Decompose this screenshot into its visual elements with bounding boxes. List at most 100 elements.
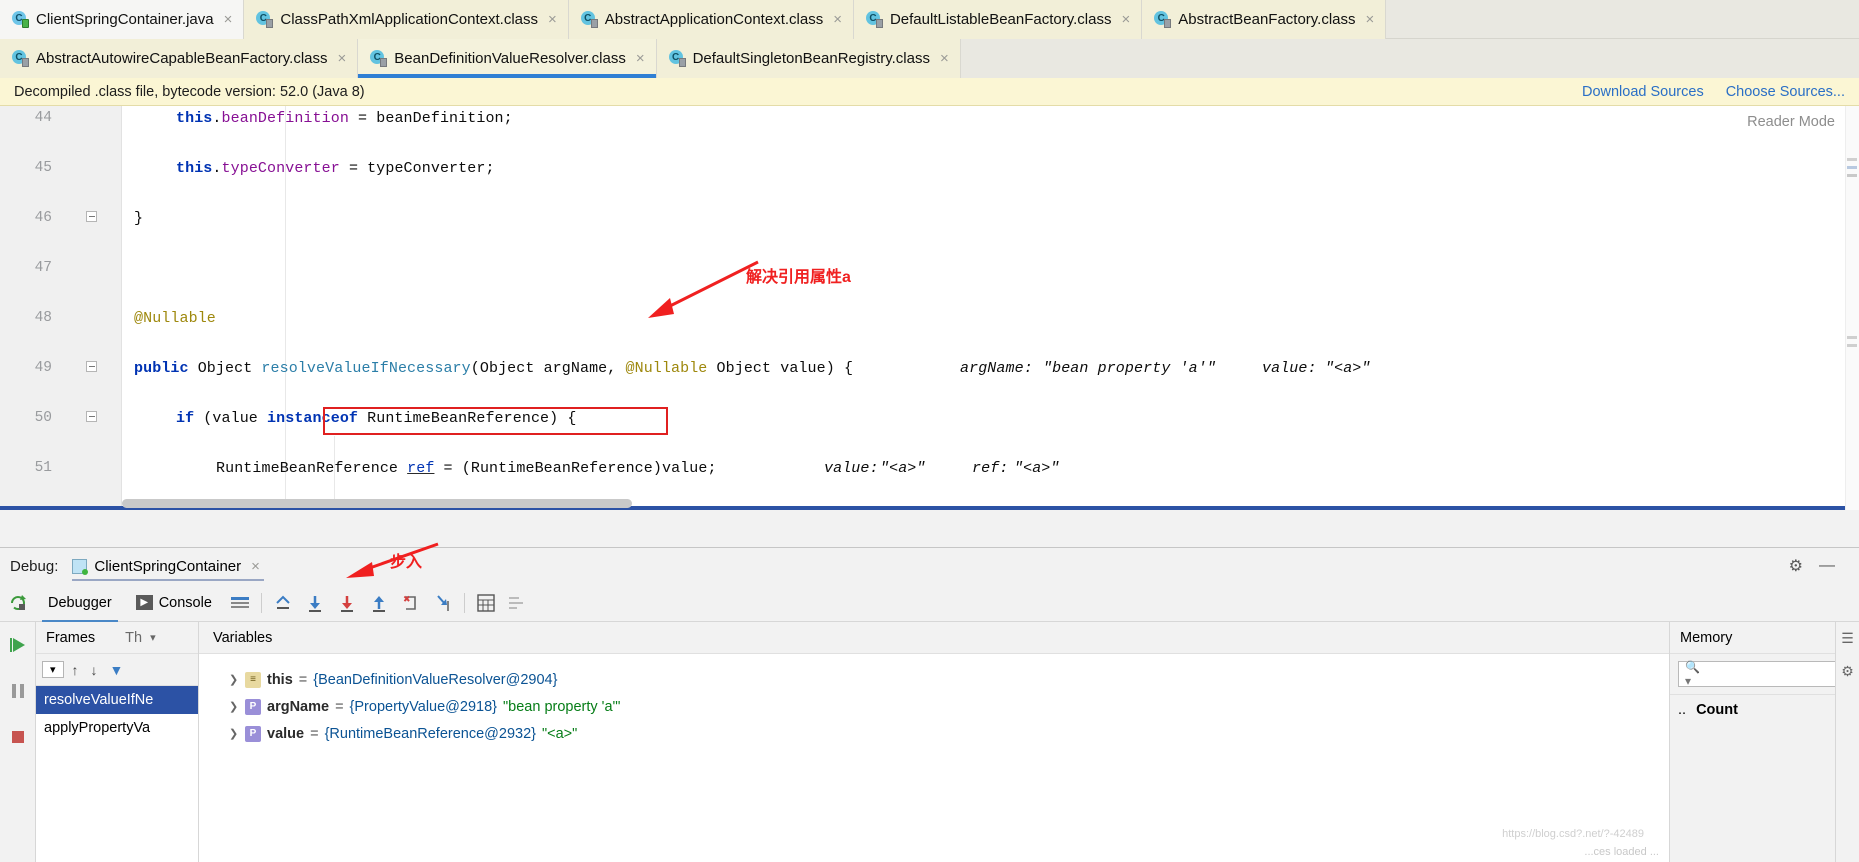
memory-title: Memory bbox=[1680, 629, 1733, 646]
memory-panel[interactable]: Memory ▾ 🔍▾ .. Count Di bbox=[1669, 622, 1859, 862]
debug-panels[interactable]: Frames Th ▾ ▾ ↑ ↓ ▼ resolveValueIfNe app… bbox=[0, 622, 1859, 862]
code-line-50[interactable]: 50 if (value instanceof RuntimeBeanRefer… bbox=[0, 406, 1859, 431]
variable-value: {RuntimeBeanReference@2932} bbox=[324, 725, 536, 742]
inline-hint-value: "<a>" bbox=[1325, 360, 1371, 377]
close-icon[interactable]: × bbox=[338, 50, 347, 67]
step-into-icon[interactable] bbox=[331, 588, 363, 618]
memory-count-column[interactable]: Count bbox=[1696, 702, 1738, 718]
frame-down-icon[interactable]: ↓ bbox=[87, 662, 102, 678]
run-to-cursor-icon[interactable] bbox=[427, 588, 459, 618]
stripe-mark bbox=[1847, 158, 1857, 161]
filter-icon[interactable]: ▼ bbox=[106, 662, 128, 678]
editor-tab-label: AbstractBeanFactory.class bbox=[1178, 11, 1356, 28]
chevron-right-icon[interactable]: ❯ bbox=[229, 673, 239, 686]
debug-tool-window[interactable]: Debug: ClientSpringContainer × 步入 ⚙ — De… bbox=[0, 542, 1859, 862]
class-file-icon: C bbox=[865, 11, 883, 28]
code-line-45[interactable]: 45 this.typeConverter = typeConverter; bbox=[0, 156, 1859, 181]
editor-tab-abstractbeanfactory[interactable]: C AbstractBeanFactory.class × bbox=[1142, 0, 1387, 39]
frame-up-icon[interactable]: ↑ bbox=[68, 662, 83, 678]
fold-marker-icon[interactable] bbox=[84, 206, 98, 231]
editor-tab-abstractautowirecapablebeanfactory[interactable]: C AbstractAutowireCapableBeanFactory.cla… bbox=[0, 39, 359, 78]
frames-panel[interactable]: Frames Th ▾ ▾ ↑ ↓ ▼ resolveValueIfNe app… bbox=[36, 622, 199, 862]
thread-selector-dropdown[interactable]: ▾ bbox=[42, 661, 64, 678]
line-number: 45 bbox=[34, 160, 52, 176]
close-icon[interactable]: × bbox=[636, 50, 645, 67]
editor-tab-defaultlistablebeanfactory[interactable]: C DefaultListableBeanFactory.class × bbox=[853, 0, 1143, 39]
drop-frame-icon[interactable]: ✖ bbox=[395, 588, 427, 618]
fold-marker-icon[interactable] bbox=[84, 356, 98, 381]
debug-session-tab[interactable]: ClientSpringContainer × bbox=[68, 549, 268, 583]
svg-text:✖: ✖ bbox=[403, 594, 411, 604]
parameter-variable-icon: P bbox=[245, 725, 261, 742]
tab-debugger[interactable]: Debugger bbox=[36, 584, 124, 622]
minimize-icon[interactable]: — bbox=[1819, 557, 1835, 575]
editor-tab-row-1: C ClientSpringContainer.java × C ClassPa… bbox=[0, 0, 1859, 39]
close-icon[interactable]: × bbox=[940, 50, 949, 67]
gear-icon[interactable]: ⚙ bbox=[1836, 655, 1859, 688]
close-icon[interactable]: × bbox=[1366, 11, 1375, 28]
editor-tab-classpathxmlapplicationcontext[interactable]: C ClassPathXmlApplicationContext.class × bbox=[244, 0, 569, 39]
variables-panel[interactable]: Variables ❯ ≡ this = {BeanDefinitionValu… bbox=[199, 622, 1669, 862]
inline-hint-value: "<a>" bbox=[1031, 506, 1859, 510]
editor-tab-label: ClassPathXmlApplicationContext.class bbox=[280, 11, 538, 28]
editor-tab-clientspringcontainer[interactable]: C ClientSpringContainer.java × bbox=[0, 0, 245, 39]
line-number: 48 bbox=[34, 310, 52, 326]
frame-item-resolvevalueifnecessary[interactable]: resolveValueIfNe bbox=[36, 686, 198, 714]
rerun-icon[interactable] bbox=[0, 593, 36, 613]
line-number: 51 bbox=[34, 460, 52, 476]
evaluate-expression-icon[interactable] bbox=[470, 588, 502, 618]
settings-icon[interactable]: ☰ bbox=[1836, 622, 1859, 655]
variable-equals: = bbox=[335, 698, 344, 715]
memory-search-input[interactable] bbox=[1707, 665, 1844, 683]
code-line-51[interactable]: 51 RuntimeBeanReference ref = (RuntimeBe… bbox=[0, 456, 1859, 481]
class-file-icon: C bbox=[256, 11, 274, 28]
chevron-right-icon[interactable]: ❯ bbox=[229, 700, 239, 713]
close-icon[interactable]: × bbox=[224, 11, 233, 28]
show-execution-point-icon[interactable] bbox=[267, 588, 299, 618]
close-icon[interactable]: × bbox=[548, 11, 557, 28]
debug-toolbar[interactable]: Debugger ▶ Console ✖ bbox=[0, 584, 1859, 622]
choose-sources-link[interactable]: Choose Sources... bbox=[1726, 84, 1845, 100]
settings-layout-icon[interactable] bbox=[502, 588, 534, 618]
close-icon[interactable]: × bbox=[1121, 11, 1130, 28]
editor-horizontal-scrollbar[interactable] bbox=[122, 499, 632, 508]
code-lines[interactable]: 44 this.beanDefinition = beanDefinition;… bbox=[0, 106, 1859, 510]
editor-tab-defaultsingletonbeanregistry[interactable]: C DefaultSingletonBeanRegistry.class × bbox=[656, 39, 961, 78]
step-out-icon[interactable] bbox=[363, 588, 395, 618]
tab-row-filler bbox=[960, 39, 1859, 78]
reader-mode-label[interactable]: Reader Mode bbox=[1747, 114, 1835, 130]
download-sources-link[interactable]: Download Sources bbox=[1582, 84, 1704, 100]
variable-row-value[interactable]: ❯ P value = {RuntimeBeanReference@2932} … bbox=[199, 720, 1669, 747]
code-line-47[interactable]: 47 bbox=[0, 256, 1859, 281]
stop-program-icon[interactable] bbox=[0, 714, 35, 760]
step-over-icon[interactable] bbox=[299, 588, 331, 618]
fold-marker-icon[interactable] bbox=[84, 406, 98, 431]
code-editor[interactable]: 44 this.beanDefinition = beanDefinition;… bbox=[0, 106, 1859, 510]
close-icon[interactable]: × bbox=[251, 558, 260, 575]
chevron-down-icon[interactable]: ▾ bbox=[150, 631, 160, 644]
code-line-48[interactable]: 48 @Nullable bbox=[0, 306, 1859, 331]
editor-tab-beandefinitionvalueresolver[interactable]: C BeanDefinitionValueResolver.class × bbox=[358, 39, 657, 78]
frame-label: applyPropertyVa bbox=[44, 720, 151, 736]
frame-item-applypropertyvalues[interactable]: applyPropertyVa bbox=[36, 714, 198, 742]
code-line-44[interactable]: 44 this.beanDefinition = beanDefinition; bbox=[0, 106, 1859, 131]
memory-search-box[interactable]: 🔍▾ bbox=[1678, 660, 1851, 688]
code-line-49[interactable]: 49 public Object resolveValueIfNecessary… bbox=[0, 356, 1859, 381]
variable-row-this[interactable]: ❯ ≡ this = {BeanDefinitionValueResolver@… bbox=[199, 666, 1669, 693]
resume-program-icon[interactable] bbox=[0, 622, 35, 668]
debug-side-rail[interactable] bbox=[0, 622, 36, 862]
frames-toolbar[interactable]: ▾ ↑ ↓ ▼ bbox=[36, 654, 198, 686]
gear-icon[interactable]: ⚙ bbox=[1789, 556, 1803, 576]
line-number: 52 bbox=[0, 506, 52, 510]
tab-console[interactable]: ▶ Console bbox=[124, 584, 224, 622]
debug-right-gutter[interactable]: ☰ ⚙ bbox=[1835, 622, 1859, 862]
editor-tab-abstractapplicationcontext[interactable]: C AbstractApplicationContext.class × bbox=[568, 0, 854, 39]
variable-row-argname[interactable]: ❯ P argName = {PropertyValue@2918} "bean… bbox=[199, 693, 1669, 720]
layout-settings-icon[interactable] bbox=[224, 588, 256, 618]
code-line-46[interactable]: 46 } bbox=[0, 206, 1859, 231]
pause-program-icon[interactable] bbox=[0, 668, 35, 714]
chevron-right-icon[interactable]: ❯ bbox=[229, 727, 239, 740]
close-icon[interactable]: × bbox=[833, 11, 842, 28]
variable-equals: = bbox=[310, 725, 319, 742]
line-number: 44 bbox=[34, 110, 52, 126]
